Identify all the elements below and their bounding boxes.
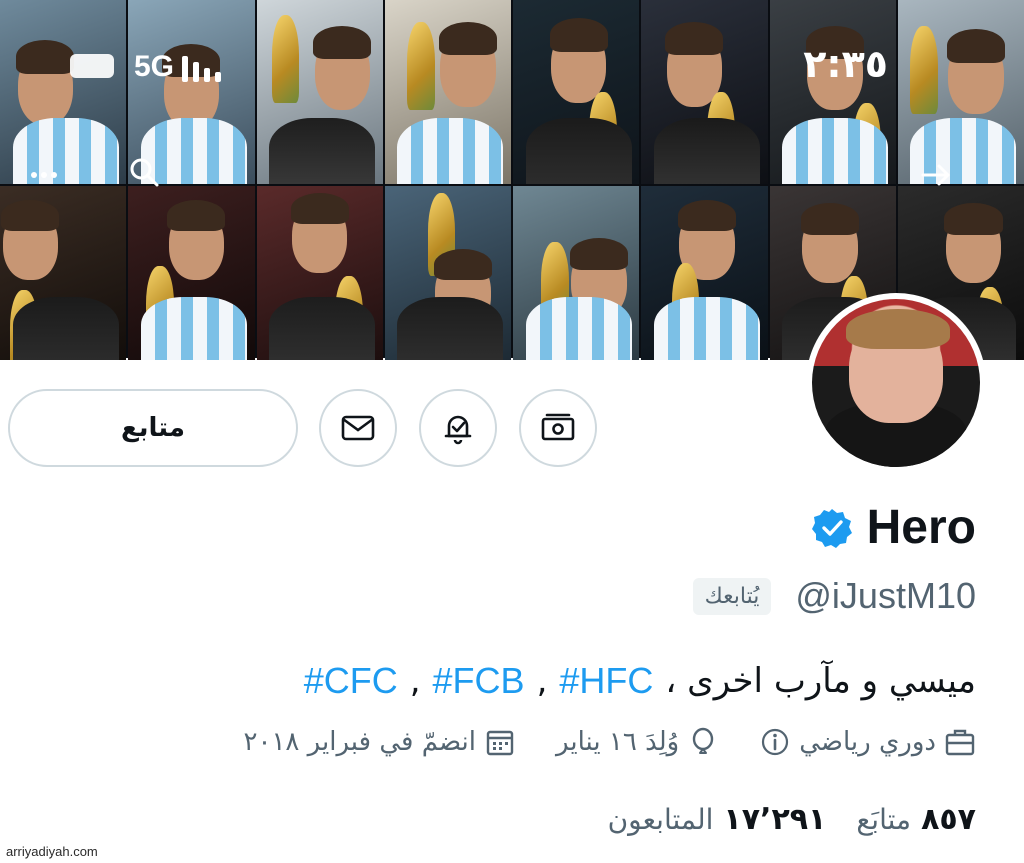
followers-number: ١٧٬٢٩١	[723, 802, 827, 837]
hashtag-link[interactable]: #FCB	[433, 660, 525, 702]
calendar-icon	[486, 730, 514, 756]
banner-photo	[641, 186, 768, 360]
banner-photo	[513, 0, 640, 184]
category-text: دوري رياضي	[799, 727, 936, 757]
verified-badge-icon	[811, 508, 852, 548]
banner-photo	[256, 186, 383, 360]
banner-photo	[256, 0, 383, 184]
profile-meta: دوري رياضي وُلِدَ ١٦ يناير انضمّ في فبرا…	[244, 726, 976, 758]
bio-separator: ,	[536, 661, 548, 701]
bio-separator: ,	[409, 661, 421, 701]
arrow-right-icon	[921, 164, 950, 186]
following-count[interactable]: ٨٥٧ متابَع	[856, 802, 976, 837]
following-number: ٨٥٧	[921, 802, 976, 837]
banner-photo	[128, 186, 255, 360]
banner-photo	[0, 186, 127, 360]
money-icon	[541, 413, 575, 441]
search-icon	[130, 158, 159, 187]
banner-photo	[641, 0, 768, 184]
hashtag-link[interactable]: #CFC	[304, 660, 398, 702]
joined-text: انضمّ في فبراير ٢٠١٨	[243, 727, 477, 757]
search-button[interactable]	[124, 152, 164, 192]
tip-button[interactable]	[519, 389, 597, 467]
joined-item: انضمّ في فبراير ٢٠١٨	[244, 726, 517, 758]
info-icon[interactable]	[759, 726, 791, 758]
more-button[interactable]	[24, 155, 64, 195]
category-item: دوري رياضي	[759, 726, 976, 758]
follows-you-badge: يُتابعك	[692, 577, 772, 615]
banner-photo	[769, 0, 896, 184]
following-button[interactable]: متابع	[8, 389, 298, 467]
more-icon	[31, 172, 57, 178]
notifications-button[interactable]	[419, 389, 497, 467]
hashtag-link[interactable]: #HFC	[559, 660, 653, 702]
follow-counts: ٨٥٧ متابَع ١٧٬٢٩١ المتابعون	[608, 802, 976, 837]
profile-name-row: Hero	[811, 500, 976, 555]
banner-photo	[513, 186, 640, 360]
envelope-icon	[341, 415, 375, 441]
bio-text: ميسي و مآرب اخرى ،	[665, 661, 976, 701]
watermark: arriyadiyah.com	[6, 844, 98, 859]
birthday-text: وُلِدَ ١٦ يناير	[556, 727, 680, 757]
banner-photo	[384, 0, 511, 184]
following-label: متابَع	[856, 803, 912, 836]
handle-row: يُتابعك @iJustM10	[692, 575, 976, 617]
profile-bio: ميسي و مآرب اخرى ، #HFC , #FCB , #CFC	[304, 660, 976, 702]
birthday-item: وُلِدَ ١٦ يناير	[556, 726, 719, 758]
bell-check-icon	[444, 415, 472, 445]
avatar[interactable]	[806, 293, 986, 473]
balloon-icon	[693, 727, 714, 754]
back-button[interactable]	[916, 155, 956, 195]
banner-photo	[384, 186, 511, 360]
followers-label: المتابعون	[607, 803, 714, 836]
message-button[interactable]	[319, 389, 397, 467]
avatar-photo	[812, 299, 980, 467]
profile-handle: @iJustM10	[795, 575, 976, 616]
followers-count[interactable]: ١٧٬٢٩١ المتابعون	[608, 802, 827, 837]
profile-name: Hero	[866, 501, 976, 554]
briefcase-icon	[945, 729, 975, 756]
